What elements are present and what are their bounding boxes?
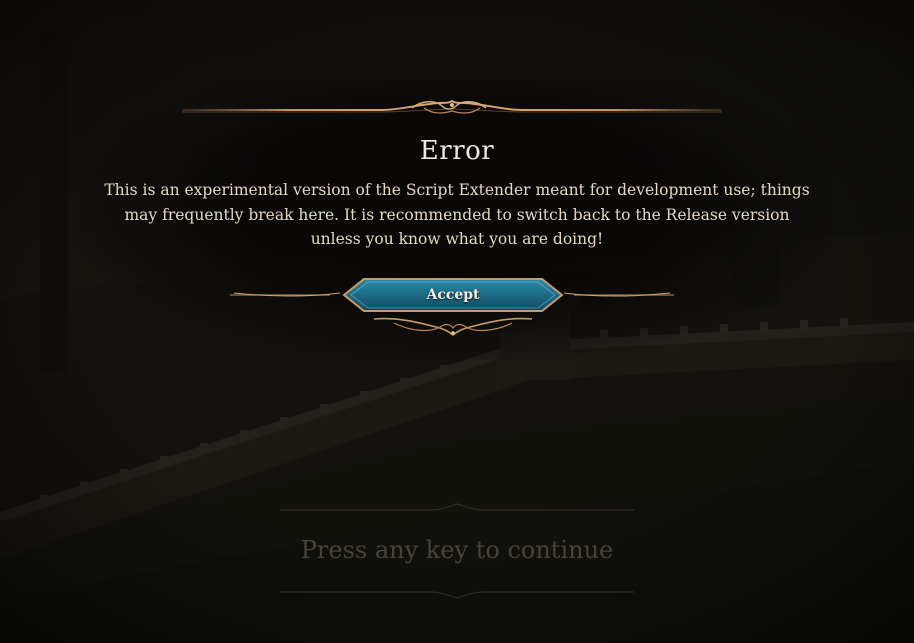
- game-screen: Error This is an experimental version of…: [0, 0, 914, 643]
- error-dialog: Error This is an experimental version of…: [60, 70, 854, 360]
- top-filigree-ornament-icon: [182, 99, 722, 114]
- accept-button[interactable]: Accept: [342, 277, 564, 313]
- bottom-filigree-ornament-icon: [373, 317, 533, 337]
- dialog-title: Error: [419, 136, 495, 166]
- press-key-prompt: Press any key to continue: [270, 500, 644, 600]
- press-key-text: Press any key to continue: [300, 536, 614, 564]
- accept-button-label: Accept: [426, 287, 480, 303]
- dialog-message: This is an experimental version of the S…: [104, 181, 810, 248]
